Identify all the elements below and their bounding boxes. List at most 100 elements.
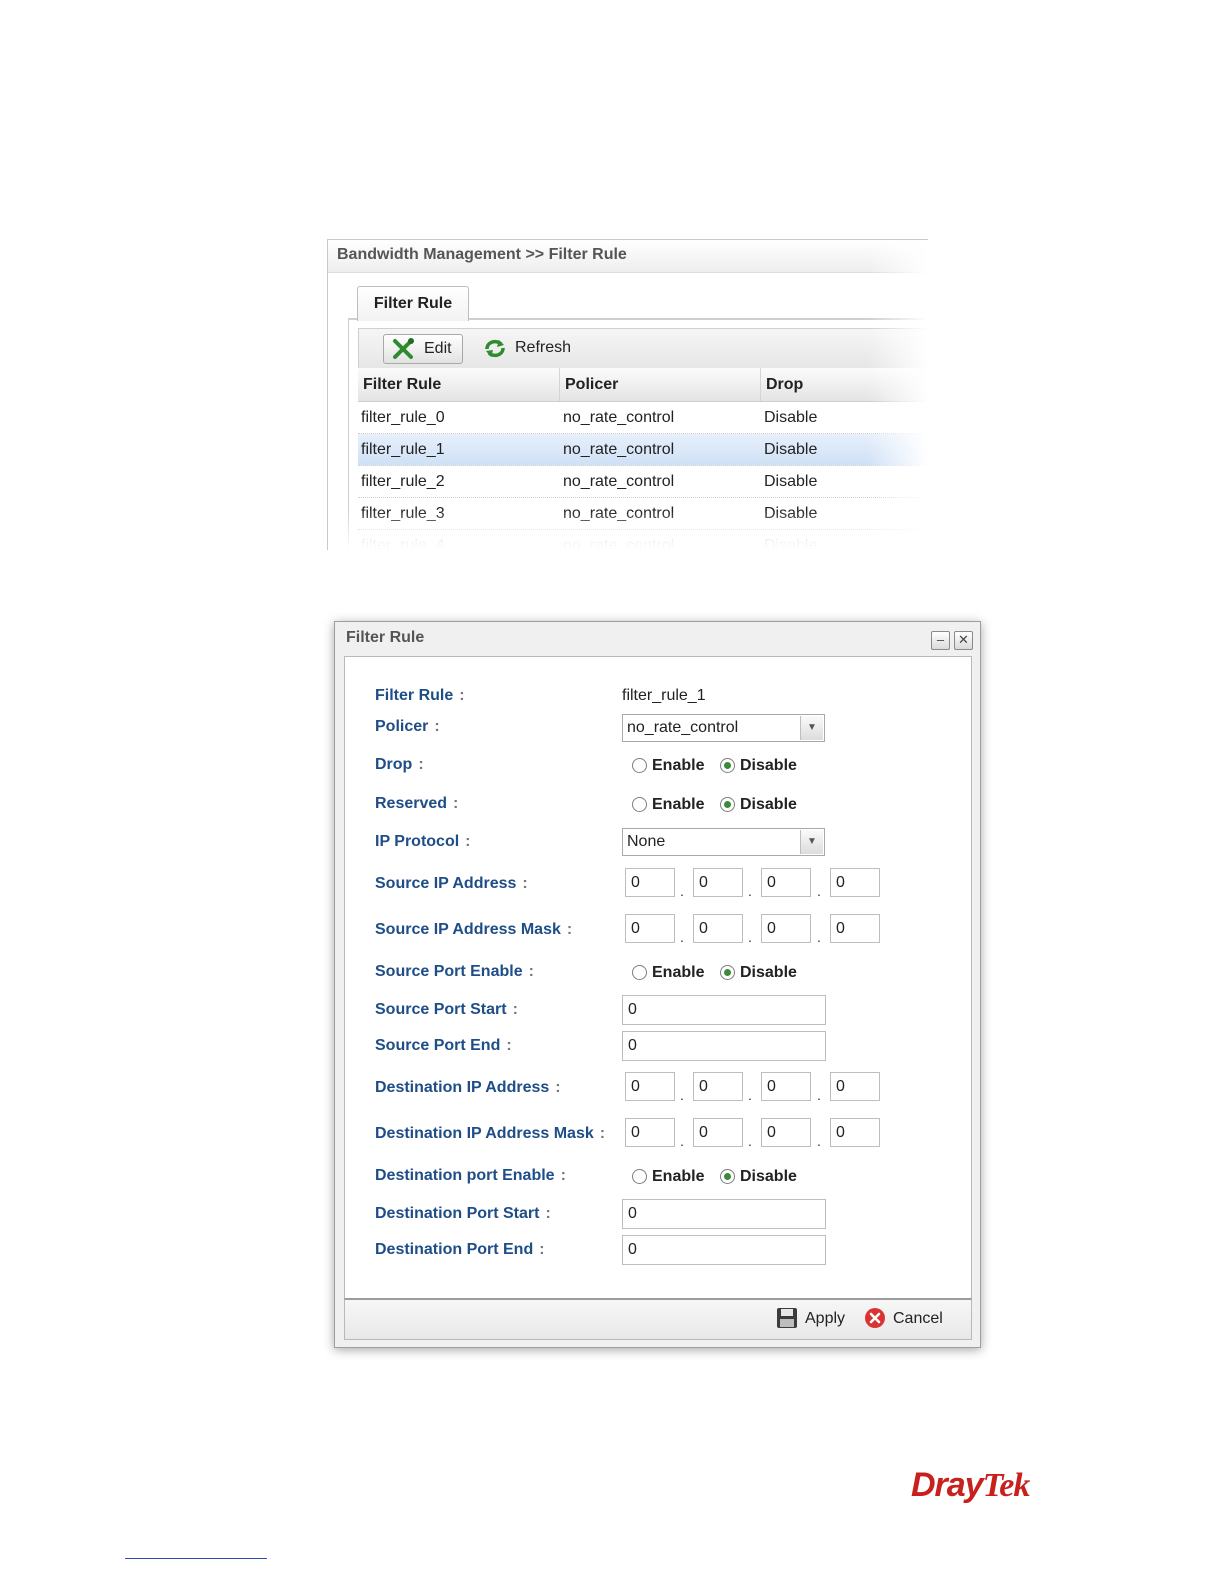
- destination-ip-octet-1[interactable]: 0: [625, 1072, 675, 1101]
- source-port-end-input[interactable]: 0: [622, 1031, 826, 1061]
- ip-separator: .: [680, 1087, 684, 1103]
- destination-mask-octet-1[interactable]: 0: [625, 1118, 675, 1147]
- destination-port-disable-radio[interactable]: [720, 1169, 735, 1184]
- ip-separator: .: [817, 929, 821, 945]
- source-ip-octet-4[interactable]: 0: [830, 868, 880, 897]
- footer-link-line: [125, 1558, 267, 1559]
- destination-port-enable-label: Enable: [652, 1168, 705, 1185]
- label-source-ip: Source IP Address:: [375, 875, 528, 892]
- table-row-selected[interactable]: filter_rule_1 no_rate_control Disable: [358, 434, 928, 466]
- cell-policer: no_rate_control: [563, 505, 675, 522]
- filter-rule-list-panel: Bandwidth Management >> Filter Rule Filt…: [327, 239, 928, 550]
- source-mask-octet-3[interactable]: 0: [761, 914, 811, 943]
- breadcrumb: Bandwidth Management >> Filter Rule: [337, 246, 627, 263]
- table-row[interactable]: filter_rule_0 no_rate_control Disable: [358, 402, 928, 434]
- filter-rule-value: filter_rule_1: [622, 687, 706, 704]
- cancel-label: Cancel: [893, 1310, 943, 1327]
- destination-port-enable-radio[interactable]: [632, 1169, 647, 1184]
- cell-filter-rule: filter_rule_4: [361, 537, 445, 550]
- ip-separator: .: [748, 929, 752, 945]
- source-ip-octet-3[interactable]: 0: [761, 868, 811, 897]
- save-disk-icon: [777, 1308, 797, 1328]
- ip-separator: .: [817, 1087, 821, 1103]
- ip-protocol-select-value: None: [627, 833, 666, 850]
- toolbar: Edit Refresh: [358, 328, 928, 370]
- filter-rule-dialog: Filter Rule – ✕ Filter Rule: filter_rule…: [334, 621, 981, 1348]
- label-destination-port-enable: Destination port Enable:: [375, 1167, 566, 1184]
- reserved-disable-label: Disable: [740, 796, 797, 813]
- cell-drop: Disable: [764, 441, 818, 458]
- source-ip-octet-2[interactable]: 0: [693, 868, 743, 897]
- policer-select-value: no_rate_control: [627, 719, 739, 736]
- destination-ip-octet-2[interactable]: 0: [693, 1072, 743, 1101]
- refresh-icon: [485, 339, 505, 358]
- reserved-enable-label: Enable: [652, 796, 705, 813]
- label-source-ip-mask: Source IP Address Mask:: [375, 921, 573, 938]
- dialog-body: Filter Rule: filter_rule_1 Policer: no_r…: [344, 656, 972, 1299]
- destination-ip-octet-4[interactable]: 0: [830, 1072, 880, 1101]
- drop-disable-radio[interactable]: [720, 758, 735, 773]
- edit-tools-icon: [393, 338, 414, 359]
- label-source-port-start: Source Port Start:: [375, 1001, 518, 1018]
- label-destination-port-start: Destination Port Start:: [375, 1205, 551, 1222]
- draytek-logo: DrayTek: [911, 1466, 1030, 1504]
- destination-mask-octet-4[interactable]: 0: [830, 1118, 880, 1147]
- dialog-title: Filter Rule: [346, 629, 425, 646]
- table-row[interactable]: filter_rule_4 no_rate_control Disable: [358, 530, 928, 550]
- destination-port-end-input[interactable]: 0: [622, 1235, 826, 1265]
- drop-enable-label: Enable: [652, 757, 705, 774]
- chevron-down-icon[interactable]: ▼: [800, 716, 823, 740]
- cell-drop: Disable: [764, 409, 818, 426]
- destination-mask-octet-3[interactable]: 0: [761, 1118, 811, 1147]
- ip-separator: .: [817, 883, 821, 899]
- chevron-down-icon[interactable]: ▼: [800, 830, 823, 854]
- column-header-policer[interactable]: Policer: [560, 368, 761, 401]
- label-source-port-enable: Source Port Enable:: [375, 963, 534, 980]
- destination-ip-octet-3[interactable]: 0: [761, 1072, 811, 1101]
- ip-separator: .: [748, 1087, 752, 1103]
- cell-filter-rule: filter_rule_3: [361, 505, 445, 522]
- filter-rule-table: Filter Rule Policer Drop filter_rule_0 n…: [358, 368, 928, 550]
- cell-filter-rule: filter_rule_0: [361, 409, 445, 426]
- source-port-start-input[interactable]: 0: [622, 995, 826, 1025]
- table-row[interactable]: filter_rule_3 no_rate_control Disable: [358, 498, 928, 530]
- source-port-disable-radio[interactable]: [720, 965, 735, 980]
- source-mask-octet-4[interactable]: 0: [830, 914, 880, 943]
- column-header-filter-rule[interactable]: Filter Rule: [358, 368, 560, 401]
- label-source-port-end: Source Port End:: [375, 1037, 512, 1054]
- source-port-enable-radio[interactable]: [632, 965, 647, 980]
- reserved-enable-radio[interactable]: [632, 797, 647, 812]
- minimize-icon[interactable]: –: [931, 631, 950, 650]
- source-port-enable-label: Enable: [652, 964, 705, 981]
- table-row[interactable]: filter_rule_2 no_rate_control Disable: [358, 466, 928, 498]
- edit-button[interactable]: Edit: [383, 334, 463, 364]
- ip-separator: .: [748, 1133, 752, 1149]
- dialog-footer: Apply Cancel: [344, 1298, 972, 1340]
- label-ip-protocol: IP Protocol:: [375, 833, 471, 850]
- ip-separator: .: [680, 1133, 684, 1149]
- label-destination-port-end: Destination Port End:: [375, 1241, 545, 1258]
- drop-enable-radio[interactable]: [632, 758, 647, 773]
- source-mask-octet-1[interactable]: 0: [625, 914, 675, 943]
- table-header: Filter Rule Policer Drop: [358, 368, 928, 402]
- label-destination-ip: Destination IP Address:: [375, 1079, 561, 1096]
- drop-disable-label: Disable: [740, 757, 797, 774]
- policer-select[interactable]: no_rate_control ▼: [622, 714, 825, 742]
- ip-separator: .: [817, 1133, 821, 1149]
- reserved-disable-radio[interactable]: [720, 797, 735, 812]
- close-icon[interactable]: ✕: [954, 631, 973, 650]
- ip-separator: .: [748, 883, 752, 899]
- cell-drop: Disable: [764, 505, 818, 522]
- apply-label: Apply: [805, 1310, 846, 1327]
- tab-filter-rule[interactable]: Filter Rule: [357, 286, 469, 321]
- source-port-disable-label: Disable: [740, 964, 797, 981]
- destination-mask-octet-2[interactable]: 0: [693, 1118, 743, 1147]
- destination-port-start-input[interactable]: 0: [622, 1199, 826, 1229]
- label-reserved: Reserved:: [375, 795, 459, 812]
- label-drop: Drop:: [375, 756, 424, 773]
- ip-protocol-select[interactable]: None ▼: [622, 828, 825, 856]
- source-ip-octet-1[interactable]: 0: [625, 868, 675, 897]
- cell-policer: no_rate_control: [563, 537, 675, 550]
- source-mask-octet-2[interactable]: 0: [693, 914, 743, 943]
- column-header-drop[interactable]: Drop: [761, 368, 928, 401]
